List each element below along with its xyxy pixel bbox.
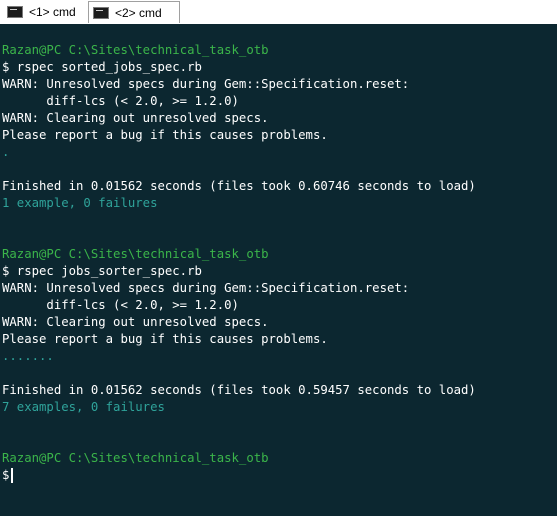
- progress-dots: .: [2, 145, 10, 159]
- prompt-user: Razan@PC: [2, 43, 62, 57]
- warn-line: WARN: Unresolved specs during Gem::Speci…: [2, 77, 410, 91]
- prompt-line: Razan@PC C:\Sites\technical_task_otb: [0, 450, 557, 467]
- console-icon: [93, 6, 109, 19]
- warn-detail-line: diff-lcs (< 2.0, >= 1.2.0): [2, 94, 239, 108]
- tab-label: <2> cmd: [115, 5, 162, 20]
- report-line: Please report a bug if this causes probl…: [2, 332, 328, 346]
- prompt-path: C:\Sites\technical_task_otb: [68, 247, 269, 261]
- console-icon: [7, 6, 23, 18]
- finished-line: Finished in 0.01562 seconds (files took …: [2, 383, 476, 397]
- warn-detail-line: diff-lcs (< 2.0, >= 1.2.0): [2, 298, 239, 312]
- prompt-symbol: $: [2, 468, 10, 482]
- input-line[interactable]: $: [0, 467, 557, 484]
- tab-label: <1> cmd: [29, 5, 76, 19]
- prompt-line: Razan@PC C:\Sites\technical_task_otb: [0, 246, 557, 263]
- warn-line: WARN: Unresolved specs during Gem::Speci…: [2, 281, 410, 295]
- warn-line: WARN: Clearing out unresolved specs.: [2, 315, 269, 329]
- prompt-user: Razan@PC: [2, 247, 62, 261]
- progress-dots: .......: [2, 349, 54, 363]
- prompt-path: C:\Sites\technical_task_otb: [68, 43, 269, 57]
- report-line: Please report a bug if this causes probl…: [2, 128, 328, 142]
- finished-line: Finished in 0.01562 seconds (files took …: [2, 179, 476, 193]
- text-cursor: [11, 468, 14, 483]
- terminal-output[interactable]: Razan@PC C:\Sites\technical_task_otb $ r…: [0, 24, 557, 516]
- prompt-path: C:\Sites\technical_task_otb: [68, 451, 269, 465]
- command-line: $ rspec jobs_sorter_spec.rb: [2, 264, 202, 278]
- tab-bar: <1> cmd <2> cmd: [0, 0, 557, 24]
- prompt-user: Razan@PC: [2, 451, 62, 465]
- prompt-line: Razan@PC C:\Sites\technical_task_otb: [0, 42, 557, 59]
- tab-cmd-1[interactable]: <1> cmd: [4, 2, 86, 22]
- tab-cmd-2[interactable]: <2> cmd: [88, 1, 180, 23]
- result-summary: 7 examples, 0 failures: [2, 400, 165, 414]
- result-summary: 1 example, 0 failures: [2, 196, 158, 210]
- command-line: $ rspec sorted_jobs_spec.rb: [2, 60, 202, 74]
- warn-line: WARN: Clearing out unresolved specs.: [2, 111, 269, 125]
